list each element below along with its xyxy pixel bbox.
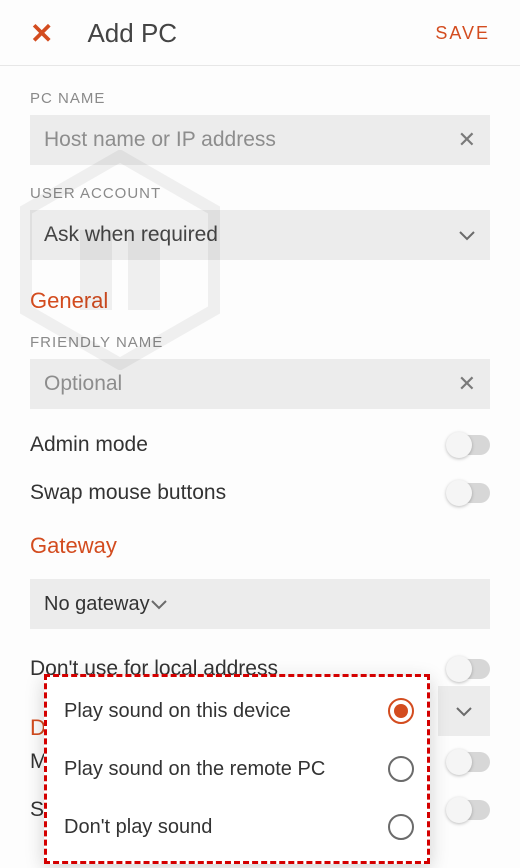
clear-pc-name-icon[interactable]: ✕ [458,127,476,153]
friendly-name-label: FRIENDLY NAME [30,334,490,351]
content: PC NAME Host name or IP address ✕ USER A… [0,66,520,741]
swap-mouse-toggle[interactable] [448,483,490,503]
audio-option-label: Play sound on this device [64,700,388,723]
swap-mouse-row: Swap mouse buttons [30,481,490,505]
audio-option-remote-pc[interactable]: Play sound on the remote PC [44,740,430,798]
audio-option-this-device[interactable]: Play sound on this device [44,682,430,740]
pc-name-placeholder: Host name or IP address [44,128,458,152]
pc-name-label: PC NAME [30,90,490,107]
page-title: Add PC [87,18,435,49]
add-pc-page: ✕ Add PC SAVE PC NAME Host name or IP ad… [0,0,520,868]
user-account-label: USER ACCOUNT [30,185,490,202]
save-button[interactable]: SAVE [435,23,490,44]
admin-mode-row: Admin mode [30,433,490,457]
gateway-dropdown[interactable]: No gateway [30,579,490,629]
radio-icon [388,756,414,782]
admin-mode-label: Admin mode [30,433,448,457]
audio-options-popup: Play sound on this device Play sound on … [44,676,430,864]
general-title: General [30,288,490,314]
close-icon[interactable]: ✕ [30,20,53,48]
audio-option-dont-play[interactable]: Don't play sound [44,798,430,856]
friendly-name-input[interactable]: Optional ✕ [30,359,490,409]
admin-mode-toggle[interactable] [448,435,490,455]
gateway-title: Gateway [30,533,490,559]
friendly-name-placeholder: Optional [44,372,458,396]
radio-icon [388,814,414,840]
audio-option-label: Play sound on the remote PC [64,758,388,781]
swap-mouse-label: Swap mouse buttons [30,481,448,505]
gateway-value: No gateway [44,593,150,616]
audio-dropdown[interactable] [438,686,490,736]
chevron-down-icon [455,705,473,717]
hidden-toggle-s[interactable] [448,800,490,820]
hidden-toggle-m[interactable] [448,752,490,772]
chevron-down-icon [458,229,476,241]
clear-friendly-name-icon[interactable]: ✕ [458,371,476,397]
pc-name-input[interactable]: Host name or IP address ✕ [30,115,490,165]
user-account-dropdown[interactable]: Ask when required [30,210,490,260]
user-account-value: Ask when required [44,223,458,247]
chevron-down-icon [150,598,168,610]
header: ✕ Add PC SAVE [0,0,520,66]
audio-option-label: Don't play sound [64,816,388,839]
radio-icon [388,698,414,724]
local-addr-toggle[interactable] [448,659,490,679]
